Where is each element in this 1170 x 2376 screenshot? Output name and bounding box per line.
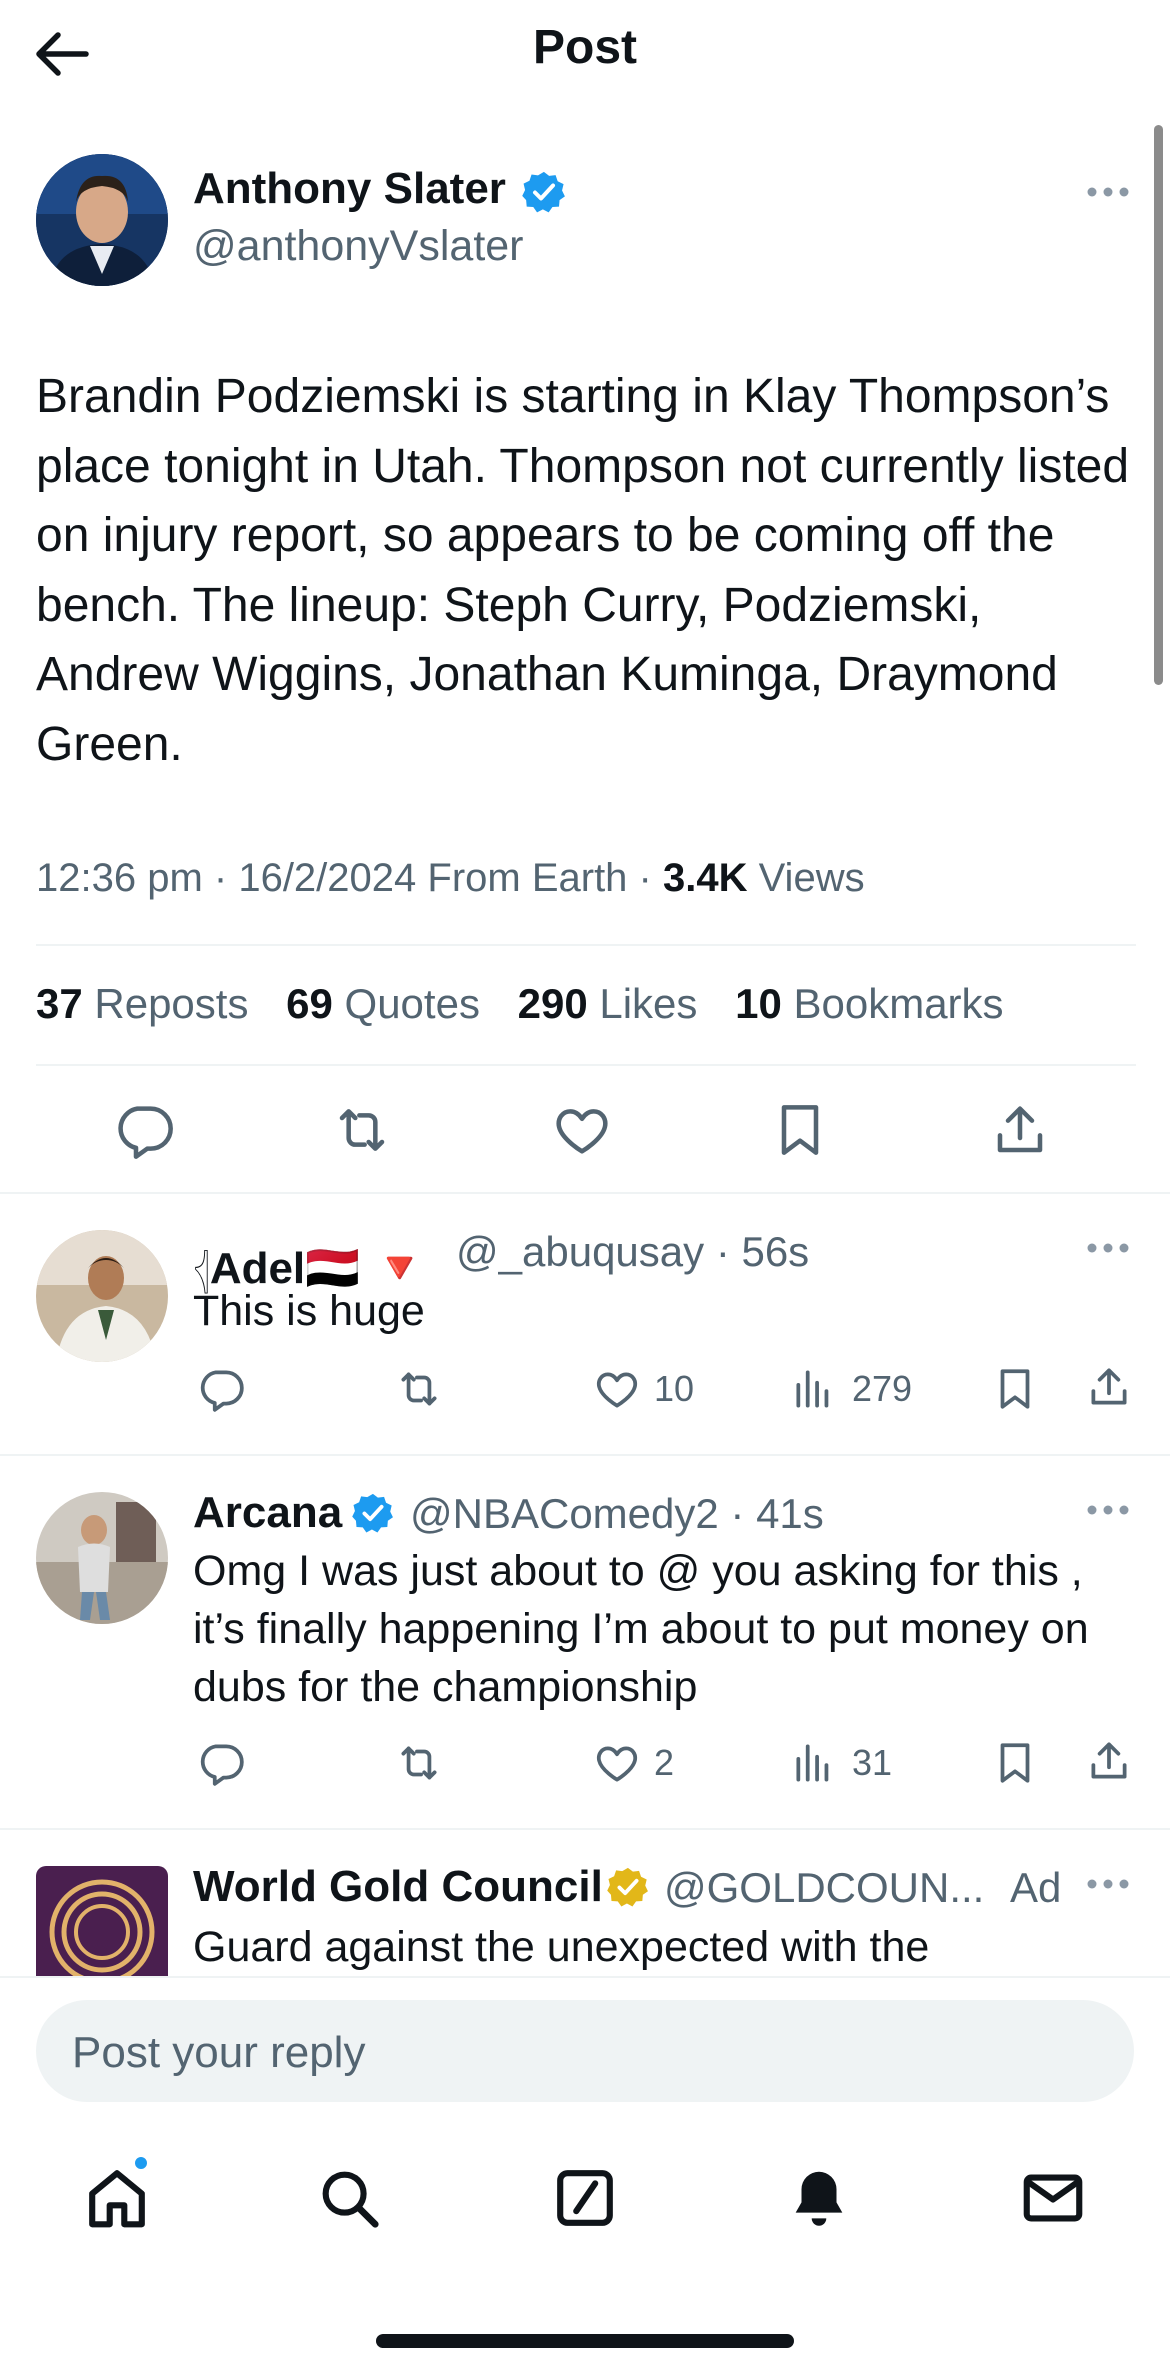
views-icon [790, 1738, 840, 1788]
reply-text: Omg I was just about to @ you asking for… [193, 1547, 1089, 1711]
divider [0, 1454, 1170, 1456]
more-icon[interactable] [1084, 1876, 1132, 1892]
post-time: 12:36 pm · 16/2/2024 From Earth · [36, 856, 663, 900]
bookmark-icon [990, 1738, 1040, 1788]
quotes-count: 69 [286, 980, 333, 1027]
more-icon[interactable] [1084, 1502, 1132, 1518]
ad-post[interactable]: World Gold Council @GOLDCOUN... Ad Guard… [0, 1830, 1170, 1976]
bookmarks-stat[interactable]: 10 Bookmarks [735, 980, 1003, 1027]
repost-icon[interactable] [330, 1098, 394, 1162]
share-button[interactable] [1084, 1736, 1134, 1786]
repost-icon [394, 1738, 444, 1788]
home-indicator [376, 2334, 794, 2348]
share-button[interactable] [1084, 1362, 1134, 1412]
views-label: Views [747, 856, 865, 900]
notification-dot [132, 2154, 150, 2172]
author-name[interactable]: Anthony Slater [193, 164, 506, 214]
divider [0, 1976, 1170, 1978]
likes-count: 290 [517, 980, 588, 1027]
reply-icon [196, 1738, 246, 1788]
gold-verified-badge-icon [607, 1866, 649, 1908]
verified-badge-icon [522, 170, 566, 214]
reply-author-handle[interactable]: @_abuqusay · 56s [456, 1228, 809, 1276]
divider [36, 1064, 1136, 1066]
reply-author-name[interactable]: Arcana [193, 1488, 342, 1538]
like-count: 2 [654, 1742, 675, 1783]
reply-text: This is huge [193, 1287, 425, 1335]
reply-icon [196, 1364, 246, 1414]
reposts-count: 37 [36, 980, 83, 1027]
like-icon [592, 1738, 642, 1788]
avatar[interactable] [36, 1230, 168, 1362]
compose-icon[interactable] [550, 2163, 620, 2233]
reply-input-placeholder: Post your reply [72, 2028, 366, 2077]
ad-avatar[interactable] [36, 1866, 168, 1976]
reply-button[interactable] [196, 1738, 246, 1788]
bookmark-icon[interactable] [768, 1098, 832, 1162]
bell-icon[interactable] [784, 2163, 854, 2233]
bookmark-button[interactable] [990, 1364, 1040, 1414]
like-icon[interactable] [550, 1098, 614, 1162]
like-button[interactable]: 10 [592, 1364, 694, 1414]
bookmark-button[interactable] [990, 1738, 1040, 1788]
bookmarks-label: Bookmarks [781, 980, 1004, 1027]
top-bar: Post [0, 0, 1170, 110]
page-title: Post [532, 21, 637, 74]
avatar[interactable] [36, 154, 168, 286]
post-meta: 12:36 pm · 16/2/2024 From Earth · 3.4K V… [36, 856, 865, 901]
views-icon [790, 1364, 840, 1414]
ad-label: Ad [1010, 1864, 1062, 1911]
scrollbar[interactable] [1154, 125, 1163, 685]
reposts-label: Reposts [82, 980, 249, 1027]
bookmarks-count: 10 [735, 980, 782, 1027]
avatar[interactable] [36, 1492, 168, 1624]
ad-author-handle[interactable]: @GOLDCOUN... [664, 1864, 984, 1912]
like-icon [592, 1364, 642, 1414]
quotes-stat[interactable]: 69 Quotes [286, 980, 480, 1027]
like-button[interactable]: 2 [592, 1738, 674, 1788]
reply-icon[interactable] [112, 1098, 176, 1162]
share-icon [1084, 1736, 1134, 1786]
post-stats: 37 Reposts 69 Quotes 290 Likes 10 Bookma… [36, 980, 1030, 1028]
like-count: 10 [654, 1368, 695, 1409]
reply-button[interactable] [196, 1364, 246, 1414]
share-icon [1084, 1362, 1134, 1412]
repost-icon [394, 1364, 444, 1414]
home-icon[interactable] [82, 2163, 152, 2233]
more-icon[interactable] [1084, 184, 1132, 200]
repost-button[interactable] [394, 1738, 444, 1788]
quotes-label: Quotes [332, 980, 480, 1027]
mail-icon[interactable] [1018, 2163, 1088, 2233]
views-count: 279 [852, 1368, 913, 1409]
reply-author-handle[interactable]: @NBAComedy2 · 41s [410, 1490, 824, 1538]
verified-badge-icon [352, 1492, 394, 1534]
reply-input[interactable]: Post your reply [36, 2000, 1134, 2102]
more-icon[interactable] [1084, 1240, 1132, 1256]
bookmark-icon [990, 1364, 1040, 1414]
repost-button[interactable] [394, 1364, 444, 1414]
ad-author-name[interactable]: World Gold Council [193, 1862, 603, 1912]
views-button[interactable]: 31 [790, 1738, 892, 1788]
views-button[interactable]: 279 [790, 1364, 912, 1414]
post-text: Brandin Podziemski is starting in Klay T… [36, 370, 1130, 771]
likes-label: Likes [587, 980, 698, 1027]
divider [36, 944, 1136, 946]
author-handle[interactable]: @anthonyVslater [193, 222, 524, 271]
ad-text: Guard against the unexpected with the [193, 1923, 930, 1971]
search-icon[interactable] [314, 2163, 384, 2233]
divider [0, 1192, 1170, 1194]
reposts-stat[interactable]: 37 Reposts [36, 980, 248, 1027]
views-count[interactable]: 3.4K [663, 856, 748, 900]
likes-stat[interactable]: 290 Likes [518, 980, 698, 1027]
share-icon[interactable] [988, 1098, 1052, 1162]
views-count: 31 [852, 1742, 893, 1783]
